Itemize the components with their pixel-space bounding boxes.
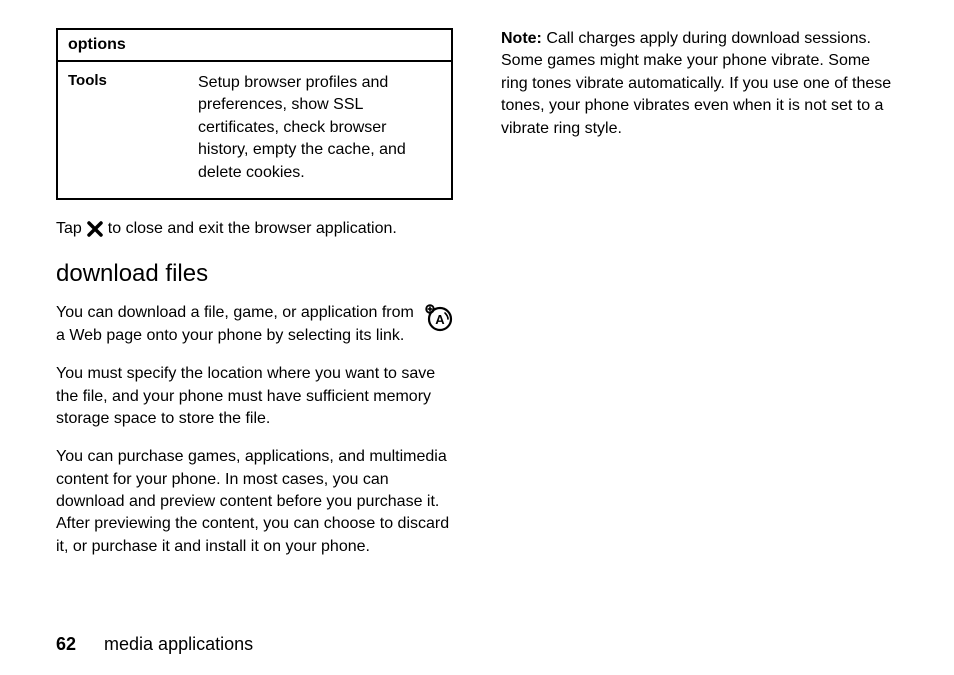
left-column: options Tools Setup browser profiles and…: [56, 28, 453, 626]
options-table-header: options: [58, 30, 451, 62]
download-intro-text: You can download a file, game, or applic…: [56, 302, 415, 347]
page-footer: 62 media applications: [56, 634, 898, 655]
tap-text-before: Tap: [56, 218, 82, 240]
tools-row-description: Setup browser profiles and preferences, …: [198, 62, 451, 198]
close-icon: [86, 220, 104, 238]
page-number: 62: [56, 634, 76, 655]
download-location-text: You must specify the location where you …: [56, 363, 453, 430]
note-paragraph: Note: Call charges apply during download…: [501, 28, 898, 140]
options-table: options Tools Setup browser profiles and…: [56, 28, 453, 200]
network-feature-icon: A: [425, 304, 453, 332]
note-label: Note:: [501, 30, 542, 47]
svg-text:A: A: [435, 312, 445, 327]
tools-row-label: Tools: [58, 62, 198, 198]
tap-close-instruction: Tap to close and exit the browser applic…: [56, 218, 453, 240]
right-column: Note: Call charges apply during download…: [501, 28, 898, 626]
note-text: Call charges apply during download sessi…: [501, 30, 891, 137]
tap-text-after: to close and exit the browser applicatio…: [108, 218, 397, 240]
download-files-heading: download files: [56, 260, 453, 288]
footer-section-label: media applications: [104, 634, 253, 655]
download-purchase-text: You can purchase games, applications, an…: [56, 446, 453, 558]
table-row: Tools Setup browser profiles and prefere…: [58, 62, 451, 198]
download-intro-row: You can download a file, game, or applic…: [56, 302, 453, 347]
